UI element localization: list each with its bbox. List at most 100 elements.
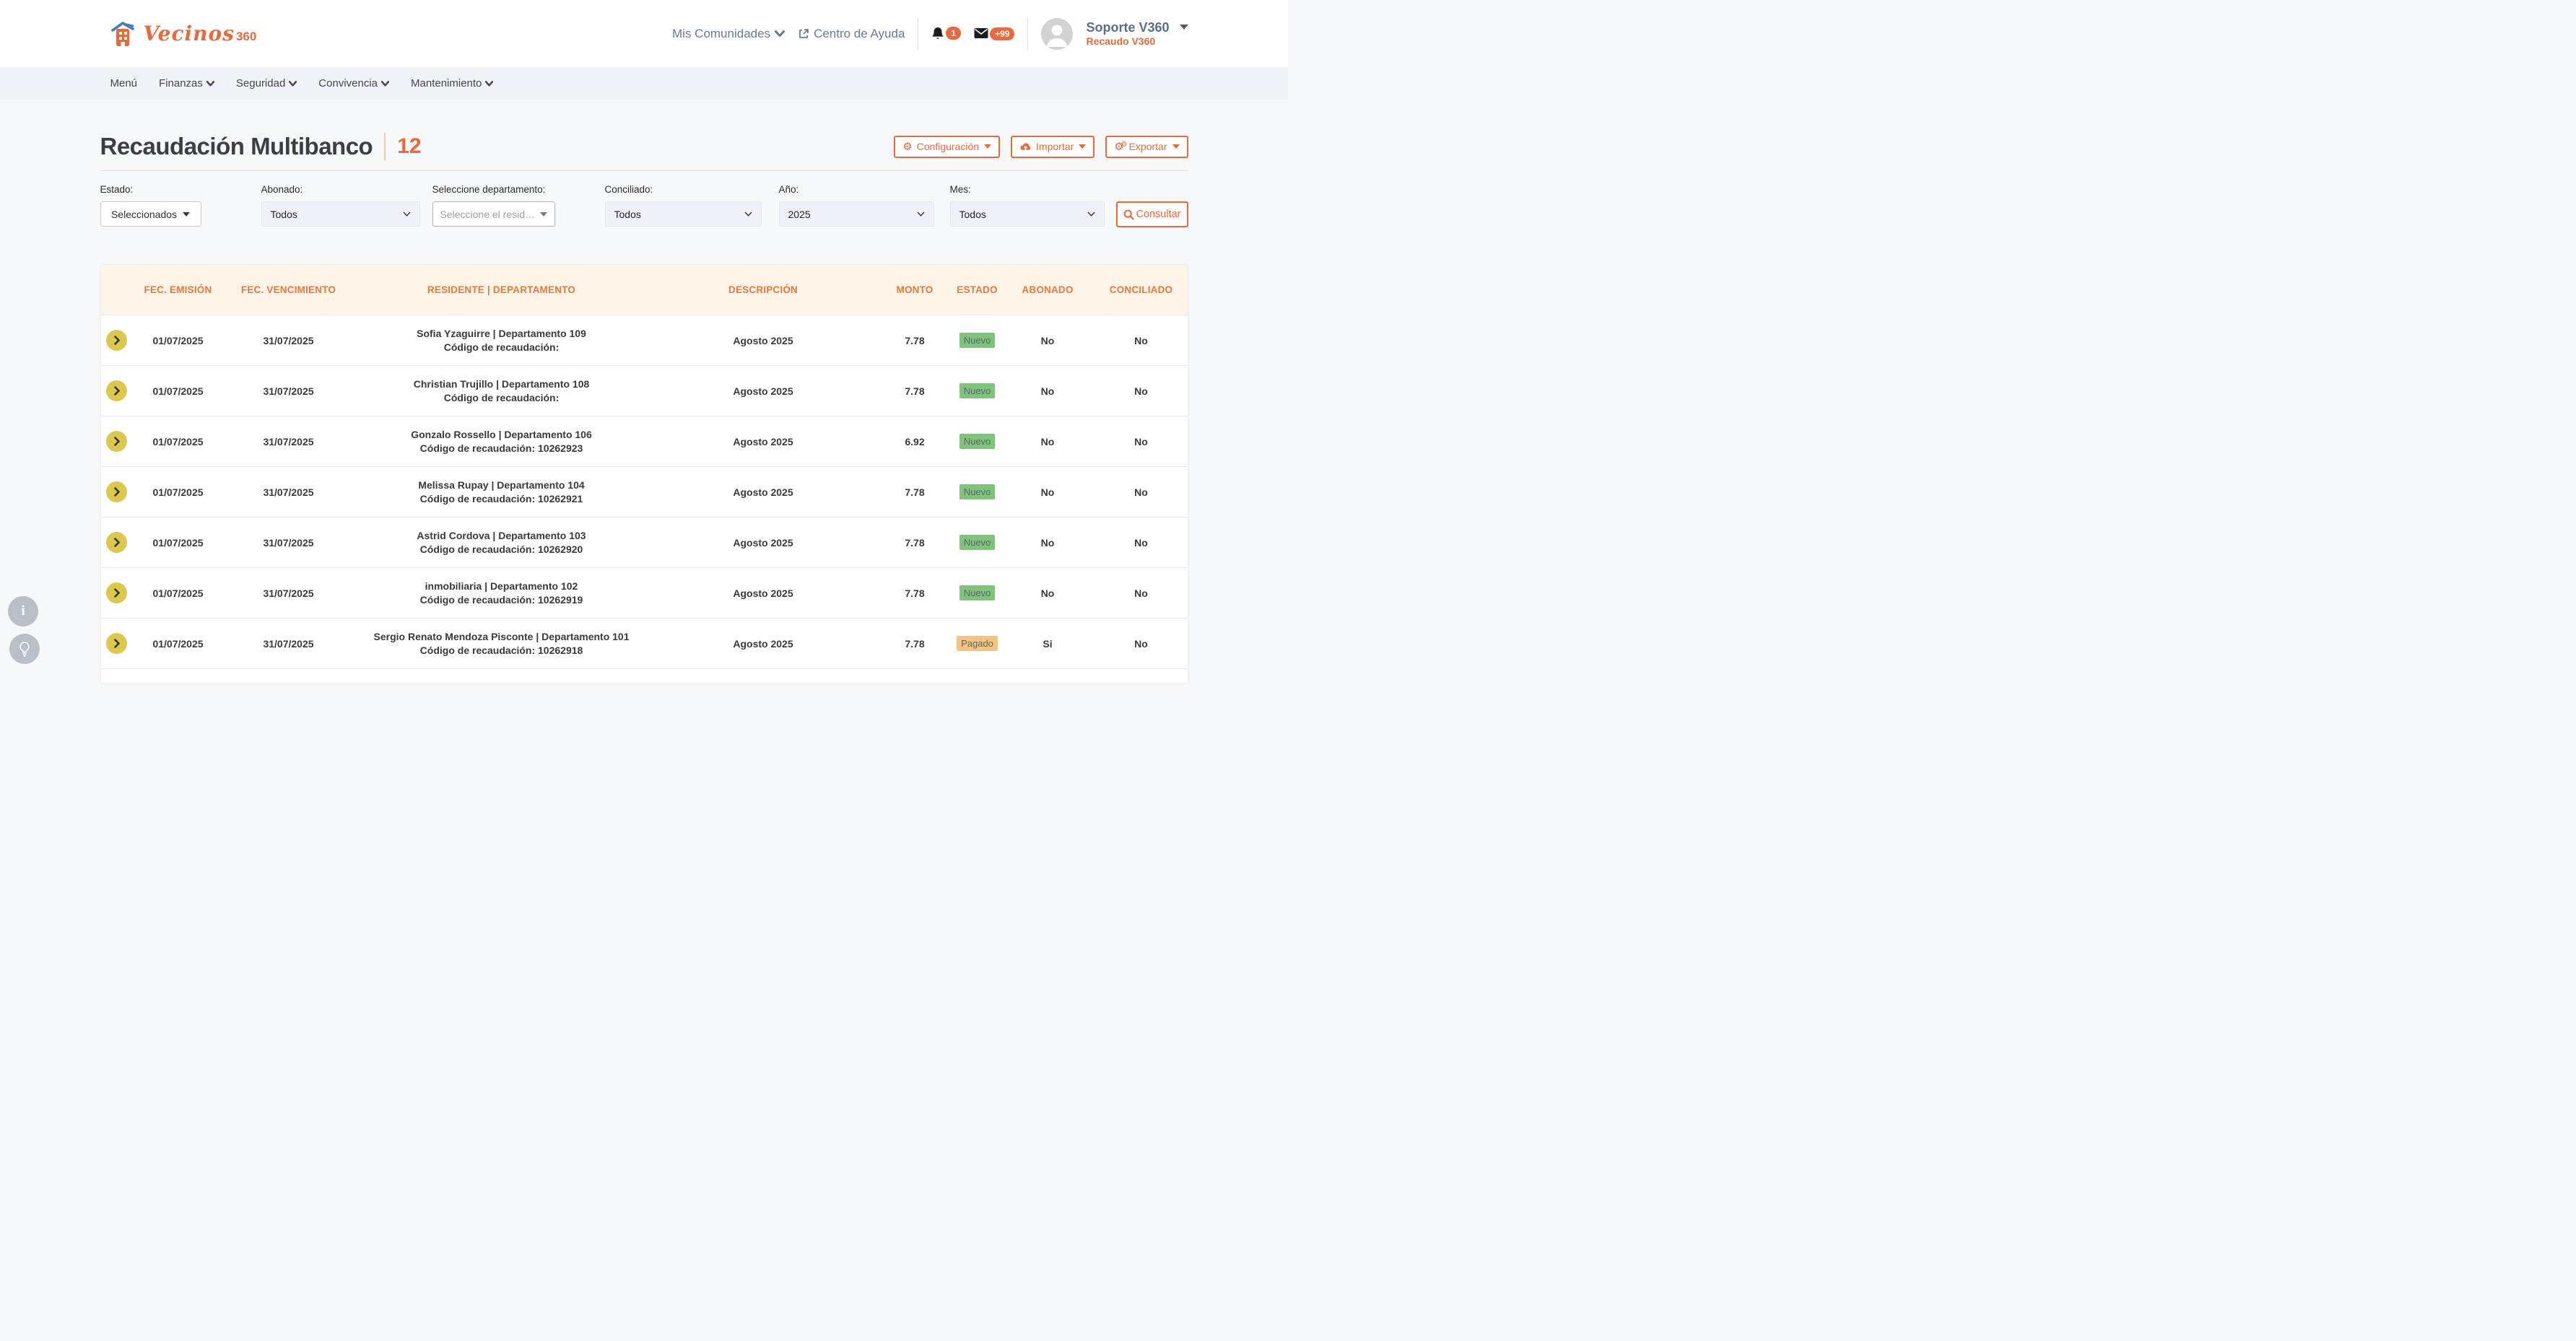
nav-item-seguridad[interactable]: Seguridad xyxy=(236,77,297,89)
importar-button[interactable]: Importar xyxy=(1011,136,1095,158)
departamento-label: Seleccione departamento: xyxy=(432,184,555,195)
top-header: Vecinos360 Mis Comunidades Centro de Ayu… xyxy=(0,0,1288,67)
anio-select[interactable]: 2025 xyxy=(779,201,934,227)
nav-item-mantenimiento[interactable]: Mantenimiento xyxy=(411,77,493,89)
brand-logo[interactable]: Vecinos360 xyxy=(100,19,257,49)
expand-row-button[interactable] xyxy=(106,532,127,553)
help-center-link[interactable]: Centro de Ayuda xyxy=(798,27,905,41)
expand-row-button[interactable] xyxy=(106,380,127,401)
anio-label: Año: xyxy=(779,184,934,195)
residente-cell: Sergio Renato Mendoza Pisconte | Departa… xyxy=(354,630,650,658)
codigo-recaudacion: Código de recaudación: 10262918 xyxy=(354,644,650,658)
column-header: FEC. EMISIÓN xyxy=(133,284,224,295)
estado-dropdown[interactable]: Seleccionados xyxy=(100,201,201,227)
fec-emision-cell: 01/07/2025 xyxy=(133,537,224,549)
chevron-right-icon xyxy=(113,639,121,648)
departamento-select[interactable]: Seleccione el residente xyxy=(432,201,555,227)
table-header-row: FEC. EMISIÓN FEC. VENCIMIENTO RESIDENTE … xyxy=(101,265,1188,315)
nav-item-convivencia[interactable]: Convivencia xyxy=(318,77,389,89)
header-divider xyxy=(1027,18,1028,50)
monto-cell: 6.92 xyxy=(877,436,953,447)
tips-floating-button[interactable] xyxy=(9,634,40,664)
chevron-down-icon xyxy=(403,211,411,217)
caret-down-icon xyxy=(984,144,991,149)
codigo-recaudacion: Código de recaudación: 10262923 xyxy=(354,442,650,455)
codigo-recaudacion: Código de recaudación: xyxy=(354,391,650,405)
fec-vencimiento-cell: 31/07/2025 xyxy=(224,436,354,447)
my-communities-menu[interactable]: Mis Comunidades xyxy=(672,27,785,41)
conciliado-cell: No xyxy=(1094,436,1189,447)
descripcion-cell: Agosto 2025 xyxy=(650,335,877,346)
expand-row-button[interactable] xyxy=(106,431,127,452)
table-row: 01/07/2025 31/07/2025 Astrid Cordova | D… xyxy=(101,517,1188,567)
fec-emision-cell: 01/07/2025 xyxy=(133,587,224,599)
codigo-recaudacion: Código de recaudación: 10262920 xyxy=(354,543,650,556)
fec-emision-cell: 01/07/2025 xyxy=(133,486,224,498)
chevron-right-icon xyxy=(113,538,121,547)
lightbulb-icon xyxy=(19,642,30,657)
descripcion-cell: Agosto 2025 xyxy=(650,436,877,447)
expand-row-button[interactable] xyxy=(106,582,127,603)
caret-down-icon xyxy=(540,212,547,217)
abonado-select[interactable]: Todos xyxy=(261,201,420,227)
column-header: FEC. VENCIMIENTO xyxy=(224,284,354,295)
residente-name: Gonzalo Rossello | Departamento 106 xyxy=(354,428,650,442)
estado-cell: Nuevo xyxy=(953,333,1002,348)
conciliado-select[interactable]: Todos xyxy=(605,201,762,227)
chevron-right-icon xyxy=(113,336,121,345)
column-header: DESCRIPCIÓN xyxy=(650,284,877,295)
expand-row-button[interactable] xyxy=(106,633,127,654)
notifications-button[interactable]: 1 xyxy=(931,27,961,41)
codigo-recaudacion: Código de recaudación: 10262921 xyxy=(354,492,650,506)
mes-select[interactable]: Todos xyxy=(950,201,1105,227)
estado-label: Estado: xyxy=(100,184,201,195)
cloud-upload-icon xyxy=(1019,142,1032,152)
messages-count-badge: +99 xyxy=(990,27,1014,40)
residente-cell: Astrid Cordova | Departamento 103 Código… xyxy=(354,529,650,556)
table-row: 01/07/2025 31/07/2025 Melissa Rupay | De… xyxy=(101,466,1188,517)
estado-cell: Nuevo xyxy=(953,383,1002,398)
expand-row-button[interactable] xyxy=(106,330,127,351)
conciliado-cell: No xyxy=(1094,638,1189,650)
chevron-down-icon xyxy=(381,81,389,87)
filters-bar: Estado: Seleccionados Abonado: Todos Sel… xyxy=(100,184,1188,250)
user-role: Recaudo V360 xyxy=(1086,35,1188,48)
gears-icon: ⚙⚙ xyxy=(1114,141,1124,152)
monto-cell: 7.78 xyxy=(877,385,953,397)
nav-item-finanzas[interactable]: Finanzas xyxy=(159,77,214,89)
info-floating-button[interactable]: i xyxy=(8,596,38,626)
residente-name: inmobiliaria | Departamento 102 xyxy=(354,580,650,593)
residente-cell: Christian Trujillo | Departamento 108 Có… xyxy=(354,377,650,405)
column-header: ABONADO xyxy=(1002,284,1094,295)
mes-label: Mes: xyxy=(950,184,1105,195)
table-footer-area xyxy=(101,668,1188,683)
residente-name: Astrid Cordova | Departamento 103 xyxy=(354,529,650,543)
chevron-right-icon xyxy=(113,386,121,396)
conciliado-cell: No xyxy=(1094,385,1189,397)
conciliado-cell: No xyxy=(1094,587,1189,599)
estado-badge: Nuevo xyxy=(960,585,996,600)
abonado-cell: Si xyxy=(1002,638,1094,650)
abonado-cell: No xyxy=(1002,486,1094,498)
user-avatar[interactable] xyxy=(1041,18,1073,50)
residente-name: Sofia Yzaguirre | Departamento 109 xyxy=(354,327,650,341)
caret-down-icon xyxy=(183,212,190,217)
nav-item-menu[interactable]: Menú xyxy=(110,77,138,89)
descripcion-cell: Agosto 2025 xyxy=(650,486,877,498)
conciliado-cell: No xyxy=(1094,335,1189,346)
residente-cell: Melissa Rupay | Departamento 104 Código … xyxy=(354,479,650,506)
fec-vencimiento-cell: 31/07/2025 xyxy=(224,385,354,397)
expand-row-button[interactable] xyxy=(106,481,127,502)
consultar-button[interactable]: Consultar xyxy=(1116,201,1188,227)
configuracion-button[interactable]: ⚙ Configuración xyxy=(894,136,1000,158)
estado-badge: Nuevo xyxy=(960,383,996,398)
messages-button[interactable]: +99 xyxy=(974,27,1014,40)
user-menu[interactable]: Soporte V360 Recaudo V360 xyxy=(1086,19,1188,48)
abonado-cell: No xyxy=(1002,537,1094,549)
monto-cell: 7.78 xyxy=(877,537,953,549)
gear-icon: ⚙ xyxy=(902,141,912,152)
brand-name: Vecinos xyxy=(144,22,235,45)
exportar-button[interactable]: ⚙⚙ Exportar xyxy=(1105,136,1188,158)
column-header: ESTADO xyxy=(953,284,1002,295)
column-header: MONTO xyxy=(877,284,953,295)
